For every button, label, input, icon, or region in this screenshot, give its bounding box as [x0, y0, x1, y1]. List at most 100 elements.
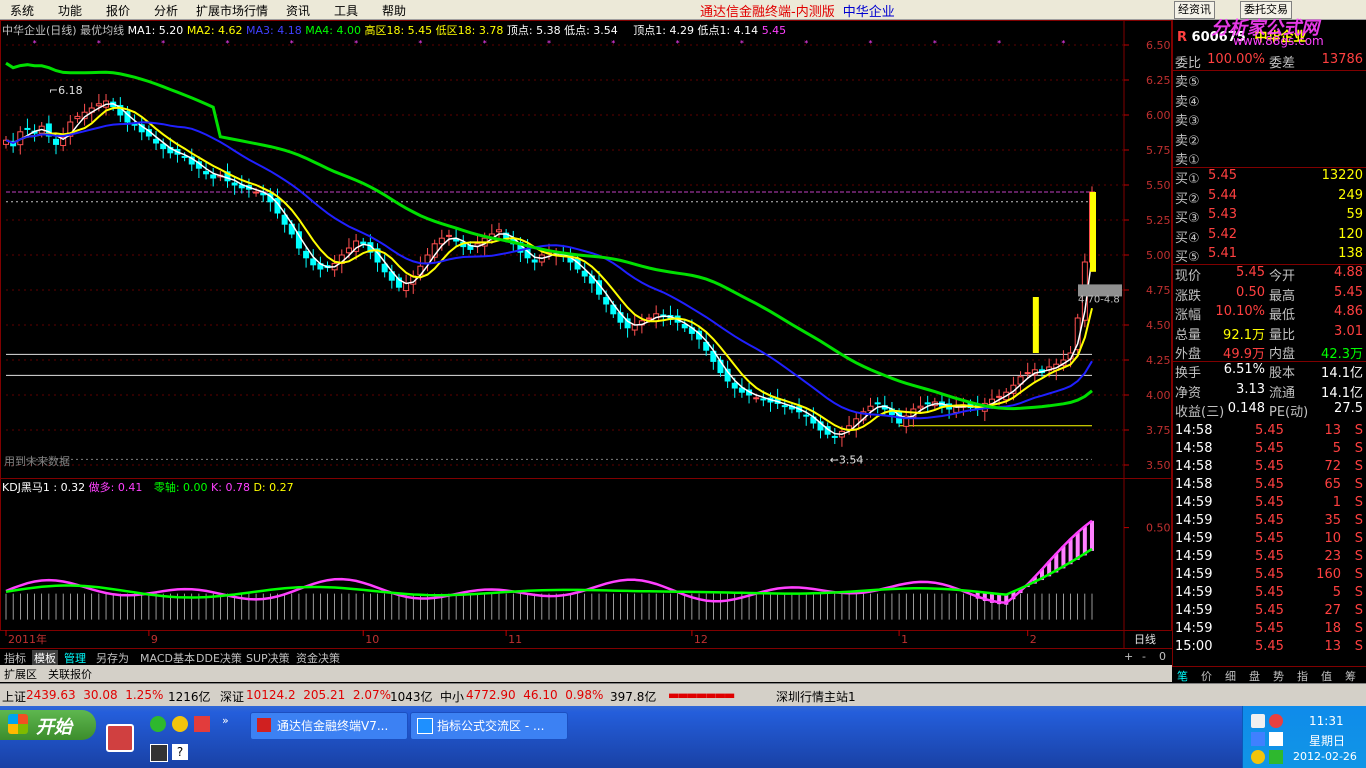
candle-body	[445, 234, 452, 237]
task-formula-forum[interactable]: 指标公式交流区 - ...	[410, 712, 568, 740]
kdj-signal-bar	[1090, 520, 1094, 551]
tab-sup[interactable]: SUP决策	[244, 650, 292, 666]
quote-row: 卖④	[1175, 94, 1200, 110]
tick-row: 14:58 5.45 5 S	[1175, 440, 1363, 456]
menu-quote[interactable]: 报价	[106, 2, 130, 19]
panel-tabs: 笔 价 细 盘 势 指 值 筹	[1172, 666, 1366, 684]
candle-body	[531, 259, 538, 263]
quick-launch-app-icon[interactable]	[106, 724, 134, 752]
x-tick-label: 9	[151, 633, 158, 646]
low-zone-value: 低区18: 3.78	[435, 24, 504, 37]
candle-body	[996, 395, 1003, 398]
quote-row: 买② 5.44 249	[1175, 187, 1363, 207]
news-button[interactable]: 经资讯	[1174, 1, 1215, 19]
quick-launch-ie-icon[interactable]	[150, 716, 166, 732]
candle-body	[1024, 372, 1031, 375]
tick-row: 14:59 5.45 1 S	[1175, 494, 1363, 510]
top1-value: 顶点1: 4.29	[633, 24, 694, 37]
menu-analysis[interactable]: 分析	[154, 2, 178, 19]
tick-row: 14:59 5.45 5 S	[1175, 584, 1363, 600]
watermark-url: www.88gs.com	[1233, 34, 1324, 48]
candle-body	[181, 155, 188, 158]
zoom-out-button[interactable]: -	[1140, 650, 1148, 663]
panel-tab-notes[interactable]: 笔	[1175, 668, 1190, 684]
panel-tab-index[interactable]: 指	[1295, 668, 1310, 684]
quick-launch-desktop-icon[interactable]	[150, 744, 168, 762]
menu-system[interactable]: 系统	[10, 2, 34, 19]
tray-network-icon[interactable]	[1251, 714, 1265, 728]
high-zone-value: 高区18: 5.45	[364, 24, 433, 37]
candle-body	[253, 191, 260, 194]
panel-tab-book[interactable]: 盘	[1247, 668, 1262, 684]
panel-tab-detail[interactable]: 细	[1223, 668, 1238, 684]
menu-info[interactable]: 资讯	[286, 2, 310, 19]
ma1-value: MA1: 5.20	[127, 24, 184, 37]
candle-body	[24, 127, 31, 130]
tick-row: 14:59 5.45 27 S	[1175, 602, 1363, 618]
start-button[interactable]: 开始	[0, 710, 96, 740]
kdj-panel-frame	[0, 478, 1172, 631]
tick-row: 14:58 5.45 65 S	[1175, 476, 1363, 492]
tray-security-icon[interactable]	[1269, 714, 1283, 728]
low-point-value: 低点: 3.54	[564, 24, 618, 37]
task-tdx-terminal[interactable]: 通达信金融终端V7...	[250, 712, 408, 740]
quick-launch-help-icon[interactable]: ?	[172, 744, 188, 760]
panel-tab-price[interactable]: 价	[1199, 668, 1214, 684]
quote-row: 卖⑤	[1175, 75, 1200, 91]
candle-body	[424, 254, 431, 264]
app-title-text: 通达信金融终端-内测版	[700, 5, 835, 20]
panel-tab-trend[interactable]: 势	[1271, 668, 1286, 684]
candle-body	[581, 270, 588, 277]
tab-save-as[interactable]: 另存为	[94, 650, 131, 666]
reset-button[interactable]: 0	[1157, 650, 1168, 663]
kline-chart[interactable]: 6.50 6.25 6.00 5.75 5.50 5.25 5.00 4.75 4.50 4.25…	[0, 20, 1172, 648]
candle-body	[781, 405, 788, 408]
quote-row: 买⑤ 5.41 138	[1175, 246, 1363, 265]
range-label: 4.70-4.8	[1078, 295, 1120, 306]
chart-bottom-tabs: 指标 模板 管理 另存为 MACD基本 DDE决策 SUP决策 资金决策 + -…	[0, 648, 1172, 666]
panel-tab-value[interactable]: 值	[1319, 668, 1334, 684]
kdj-zero: 零轴: 0.00	[153, 481, 208, 494]
menu-help[interactable]: 帮助	[382, 2, 406, 19]
ma3-value: MA3: 4.18	[246, 24, 302, 37]
x-tick-label: 11	[508, 633, 522, 646]
kdj-info-line: KDJ黑马1 : 0.32 做多: 0.41 零轴: 0.00 K: 0.78 …	[2, 479, 294, 495]
tab-extension-area[interactable]: 扩展区	[4, 666, 37, 682]
tab-manage[interactable]: 管理	[62, 650, 88, 666]
tray-lang-icon[interactable]	[1251, 732, 1265, 746]
quote-row: 现价 5.45 今开 4.88	[1175, 265, 1363, 285]
zone-bar-lower	[1032, 297, 1039, 353]
candle-body	[74, 115, 81, 120]
panel-tab-sector[interactable]: 筹	[1343, 668, 1358, 684]
signal-star: *	[676, 39, 680, 48]
quick-launch-media-icon[interactable]	[172, 716, 188, 732]
tab-fund[interactable]: 资金决策	[294, 650, 342, 666]
tab-related-quotes[interactable]: 关联报价	[48, 666, 92, 682]
zoom-in-button[interactable]: +	[1122, 650, 1135, 663]
quote-row: 涨幅 10.10% 最低 4.86	[1175, 304, 1363, 324]
tab-dde[interactable]: DDE决策	[194, 650, 244, 666]
price-tick-label: 4.75	[1146, 284, 1171, 297]
menu-extended-market[interactable]: 扩展市场行情	[196, 2, 268, 19]
tab-template[interactable]: 模板	[32, 650, 58, 666]
sme-index-values: 4772.90 46.10 0.98%	[466, 688, 604, 702]
menu-function[interactable]: 功能	[58, 2, 82, 19]
quick-launch-expand-icon[interactable]: »	[222, 714, 229, 727]
tray-volume-icon[interactable]	[1269, 732, 1283, 746]
menu-bar: 系统 功能 报价 分析 扩展市场行情 资讯 工具 帮助 通达信金融终端-内测版中…	[0, 0, 1366, 20]
server-name[interactable]: 深圳行情主站1	[776, 688, 856, 705]
tab-macd[interactable]: MACD基本	[138, 650, 197, 666]
tab-indicator[interactable]: 指标	[2, 650, 28, 666]
kdj-tick-label: 0.50	[1146, 522, 1171, 535]
price-tick-label: 5.75	[1146, 144, 1171, 157]
signal-star: *	[1061, 39, 1065, 48]
tray-update-icon[interactable]	[1251, 750, 1265, 764]
quick-launch-folder-icon[interactable]	[194, 716, 210, 732]
task-tdx-label: 通达信金融终端V7...	[277, 719, 389, 733]
menu-tools[interactable]: 工具	[334, 2, 358, 19]
candle-body	[924, 402, 931, 405]
candle-body	[760, 398, 767, 401]
clock-time[interactable]: 11:31	[1309, 714, 1344, 728]
tray-app-icon[interactable]	[1269, 750, 1283, 764]
quote-row: 总量 92.1万 量比 3.01	[1175, 323, 1363, 343]
